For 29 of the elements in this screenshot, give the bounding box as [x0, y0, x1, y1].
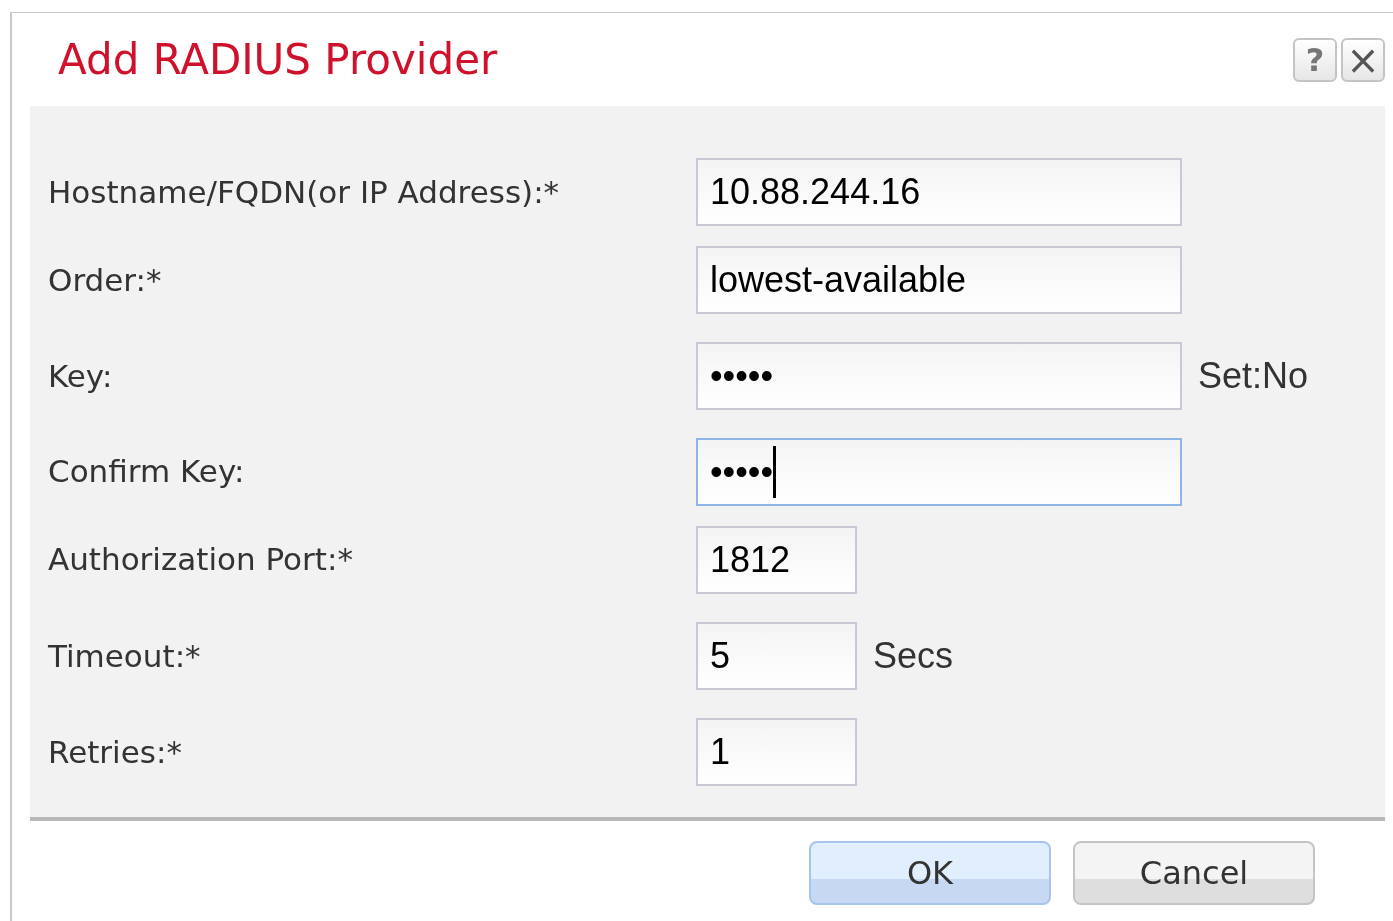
field-value: •••••	[710, 354, 774, 398]
field-label: Timeout:*	[47, 636, 202, 676]
field-value: lowest-available	[710, 258, 967, 302]
field-value: •••••	[710, 449, 774, 494]
field-label: Order:*	[47, 260, 163, 300]
help-button[interactable]: ?	[1293, 37, 1337, 82]
input-field[interactable]: 1812	[696, 525, 857, 594]
field-label: Authorization Port:*	[47, 540, 354, 580]
input-field[interactable]: 1	[696, 718, 857, 786]
input-field[interactable]: •••••	[696, 437, 1182, 506]
close-button[interactable]: ×	[1341, 37, 1385, 82]
field-suffix: Secs	[873, 634, 954, 678]
dialog-button[interactable]: OK	[809, 841, 1051, 905]
input-field[interactable]: 10.88.244.16	[696, 158, 1182, 226]
field-label: Key:	[47, 356, 114, 396]
field-label: Retries:*	[47, 732, 183, 772]
field-value: 1	[710, 730, 731, 774]
dialog-title: Add RADIUS Provider	[58, 34, 499, 86]
input-field[interactable]: lowest-available	[696, 246, 1182, 314]
field-label: Confirm Key:	[47, 452, 246, 492]
input-field[interactable]: •••••	[696, 342, 1182, 410]
field-label: Hostname/FQDN(or IP Address):*	[47, 172, 561, 212]
field-suffix: Set:No	[1198, 354, 1309, 398]
input-field[interactable]: 5	[696, 622, 857, 690]
field-value: 1812	[710, 537, 791, 582]
field-value: 10.88.244.16	[710, 170, 921, 214]
field-value: 5	[710, 634, 731, 678]
text-cursor	[773, 445, 777, 498]
dialog-button[interactable]: Cancel	[1073, 841, 1315, 905]
